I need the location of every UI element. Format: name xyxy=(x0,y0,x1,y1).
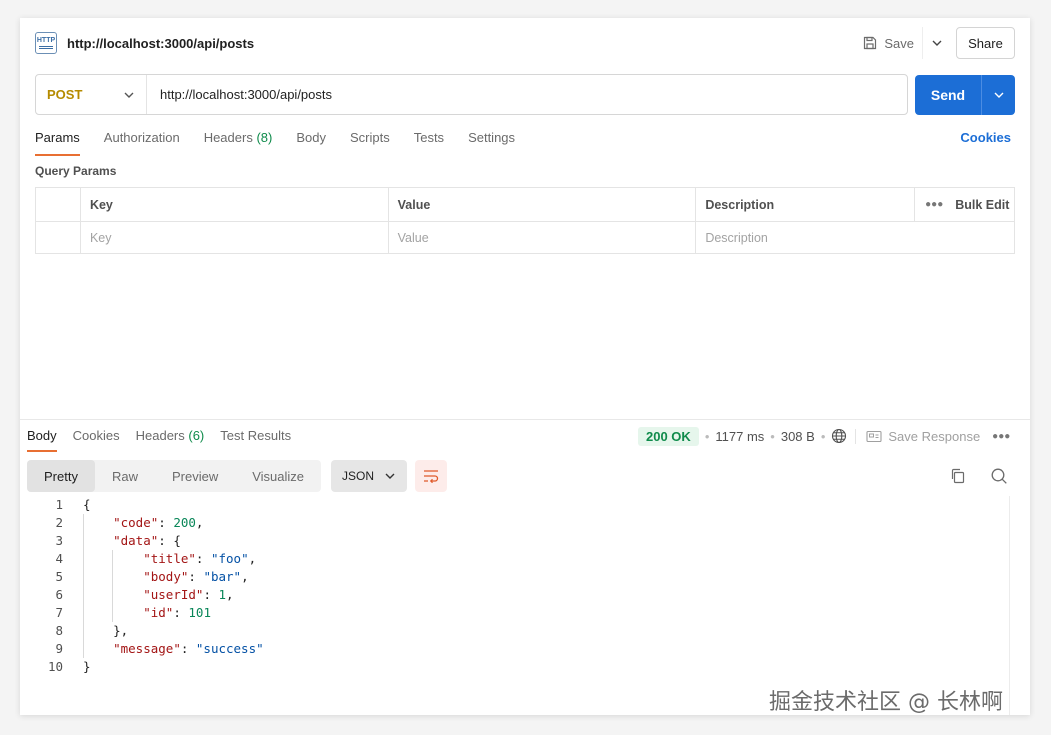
bulk-edit-button[interactable]: ●●● Bulk Edit xyxy=(915,188,1014,221)
response-divider[interactable] xyxy=(20,419,1030,420)
chevron-down-icon xyxy=(124,92,134,98)
tab-tests[interactable]: Tests xyxy=(414,130,444,156)
headers-count: (8) xyxy=(256,130,273,145)
more-options-icon[interactable]: ●●● xyxy=(992,431,1010,442)
method-select[interactable]: POST xyxy=(36,75,147,114)
table-header-row: Key Value Description ●●● Bulk Edit xyxy=(36,188,1014,221)
chevron-down-icon xyxy=(994,92,1003,98)
code-line: 5 "body": "bar", xyxy=(55,569,249,584)
tab-scripts[interactable]: Scripts xyxy=(350,130,390,156)
column-value: Value xyxy=(389,188,697,221)
code-line: 6 "userId": 1, xyxy=(55,587,234,602)
query-params-table: Key Value Description ●●● Bulk Edit Key V… xyxy=(35,187,1015,254)
share-button[interactable]: Share xyxy=(956,27,1015,59)
response-tab-test-results[interactable]: Test Results xyxy=(220,428,291,452)
wrap-lines-icon xyxy=(424,470,439,483)
response-headers-count: (6) xyxy=(188,428,205,443)
description-input[interactable]: Description xyxy=(696,222,1014,254)
chevron-down-icon xyxy=(932,40,941,46)
save-response-button[interactable]: Save Response xyxy=(855,428,980,444)
send-label: Send xyxy=(930,87,966,103)
view-mode-group: Pretty Raw Preview Visualize xyxy=(27,460,322,492)
format-label: JSON xyxy=(342,469,375,483)
tab-body[interactable]: Body xyxy=(296,130,326,156)
key-input[interactable]: Key xyxy=(81,222,389,254)
response-tab-body[interactable]: Body xyxy=(27,428,57,452)
code-line: 7 "id": 101 xyxy=(55,605,211,620)
code-line: 9 "message": "success" xyxy=(55,641,264,656)
watermark: 掘金技术社区 @ 长林啊 xyxy=(769,690,1003,715)
tab-settings[interactable]: Settings xyxy=(468,130,515,156)
http-request-icon: HTTP xyxy=(35,32,57,54)
response-tab-headers[interactable]: Headers (6) xyxy=(136,428,205,452)
code-line: 10} xyxy=(47,659,91,674)
more-icon: ●●● xyxy=(925,199,944,210)
response-view-bar: Pretty Raw Preview Visualize JSON xyxy=(27,460,448,492)
save-icon xyxy=(864,36,877,50)
search-icon[interactable] xyxy=(990,467,1008,485)
chevron-down-icon xyxy=(385,473,395,479)
tab-headers[interactable]: Headers (8) xyxy=(204,130,273,156)
save-response-icon xyxy=(866,430,882,442)
url-input[interactable]: http://localhost:3000/api/posts xyxy=(147,87,332,102)
send-options-button[interactable] xyxy=(981,75,1015,115)
status-badge[interactable]: 200 OK xyxy=(638,426,699,446)
method-label: POST xyxy=(47,87,83,102)
value-input[interactable]: Value xyxy=(389,222,697,254)
save-button[interactable]: Save xyxy=(854,27,922,59)
response-meta: 200 OK • 1177 ms • 308 B • Save Response… xyxy=(638,426,1010,446)
view-raw[interactable]: Raw xyxy=(95,460,155,492)
response-time[interactable]: 1177 ms xyxy=(715,429,764,444)
save-label: Save xyxy=(884,35,914,51)
url-bar: POST http://localhost:3000/api/posts xyxy=(35,74,908,115)
column-description: Description xyxy=(696,188,916,221)
globe-icon[interactable] xyxy=(831,428,847,444)
tab-params[interactable]: Params xyxy=(35,130,80,156)
response-size[interactable]: 308 B xyxy=(781,429,815,444)
postman-window: HTTP http://localhost:3000/api/posts Sav… xyxy=(20,18,1030,715)
view-preview[interactable]: Preview xyxy=(155,460,235,492)
response-tab-cookies[interactable]: Cookies xyxy=(73,428,120,452)
response-tabs: Body Cookies Headers (6) Test Results xyxy=(27,428,307,452)
tab-authorization[interactable]: Authorization xyxy=(104,130,180,156)
code-line: 8 }, xyxy=(55,623,129,638)
wrap-lines-button[interactable] xyxy=(415,460,448,492)
save-options-button[interactable] xyxy=(922,27,950,59)
cookies-link[interactable]: Cookies xyxy=(960,130,1011,145)
request-header: HTTP http://localhost:3000/api/posts Sav… xyxy=(20,18,1030,68)
code-line: 3 "data": { xyxy=(55,533,181,548)
column-key: Key xyxy=(81,188,389,221)
copy-icon[interactable] xyxy=(950,468,966,484)
send-button[interactable]: Send xyxy=(915,75,1015,115)
code-line: 4 "title": "foo", xyxy=(55,551,257,566)
request-title[interactable]: http://localhost:3000/api/posts xyxy=(67,36,254,51)
response-body-editor[interactable]: 1{ 2 "code": 200, 3 "data": { 4 "title":… xyxy=(20,496,1010,676)
code-line: 2 "code": 200, xyxy=(55,515,204,530)
code-line: 1{ xyxy=(55,497,91,512)
request-tabs: Params Authorization Headers (8) Body Sc… xyxy=(35,130,539,156)
view-pretty[interactable]: Pretty xyxy=(27,460,95,492)
query-params-title: Query Params xyxy=(35,164,117,178)
format-select[interactable]: JSON xyxy=(331,460,408,492)
table-row: Key Value Description xyxy=(36,221,1014,254)
view-visualize[interactable]: Visualize xyxy=(235,460,321,492)
editor-scrollbar[interactable] xyxy=(1009,496,1010,715)
